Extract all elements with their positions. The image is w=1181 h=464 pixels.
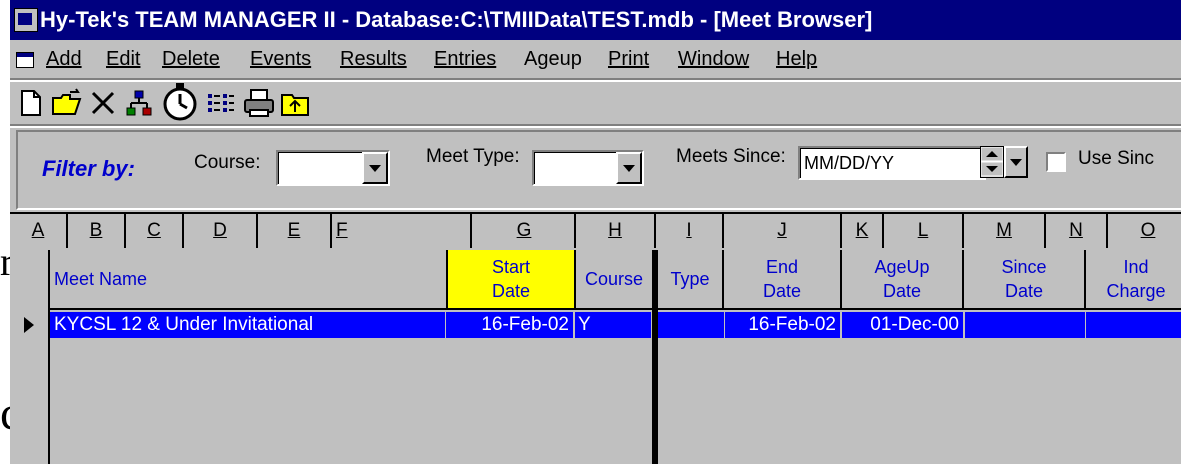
header-meet-name-label: Meet Name bbox=[54, 269, 148, 289]
header-ind-line2: Charge bbox=[1106, 281, 1166, 301]
chevron-down-icon[interactable] bbox=[1004, 146, 1028, 178]
column-letter-d[interactable]: D bbox=[184, 214, 258, 248]
printer-icon[interactable] bbox=[242, 86, 276, 120]
filter-by-label: Filter by: bbox=[42, 156, 135, 181]
header-start-date-line2: Date bbox=[491, 281, 531, 301]
meets-since-value: MM/DD/YY bbox=[804, 153, 894, 173]
column-letter-b[interactable]: B bbox=[68, 214, 126, 248]
meets-since-date-field[interactable]: MM/DD/YY bbox=[798, 146, 986, 180]
course-select[interactable] bbox=[276, 150, 390, 186]
header-ageup-line2: Date bbox=[882, 281, 921, 301]
column-letter-f[interactable]: F bbox=[332, 214, 472, 248]
menu-entries[interactable]: Entries bbox=[434, 40, 496, 78]
column-letter-k[interactable]: K bbox=[842, 214, 884, 248]
header-since-line1: Since bbox=[1001, 257, 1047, 277]
open-folder-icon[interactable] bbox=[50, 86, 84, 120]
chevron-down-icon[interactable] bbox=[362, 152, 388, 184]
column-letter-h[interactable]: H bbox=[576, 214, 656, 248]
header-type-label: Type bbox=[670, 269, 710, 289]
stopwatch-icon[interactable] bbox=[160, 82, 200, 122]
cell-since-date[interactable] bbox=[965, 312, 1086, 338]
menu-events[interactable]: Events bbox=[250, 40, 311, 78]
row-indicator[interactable] bbox=[10, 312, 48, 338]
header-ind-charge[interactable]: Ind Charge bbox=[1086, 250, 1181, 310]
export-icon[interactable] bbox=[278, 86, 312, 120]
header-start-date-label: Start Date bbox=[492, 255, 530, 303]
column-letter-i[interactable]: I bbox=[656, 214, 724, 248]
header-end-date-line2: Date bbox=[762, 281, 802, 301]
header-ageup-line1: AgeUp bbox=[874, 257, 930, 277]
header-course[interactable]: Course bbox=[576, 250, 654, 310]
menu-results[interactable]: Results bbox=[340, 40, 407, 78]
list-icon[interactable] bbox=[204, 86, 238, 120]
menu-bar: Add Edit Delete Events Results Entries A… bbox=[10, 40, 1181, 78]
cell-start-date[interactable]: 16-Feb-02 bbox=[446, 312, 574, 338]
cell-ind-charge[interactable] bbox=[1086, 312, 1181, 338]
menu-help[interactable]: Help bbox=[776, 40, 817, 78]
menu-window[interactable]: Window bbox=[678, 40, 749, 78]
date-spinner[interactable] bbox=[980, 146, 1004, 178]
app-window: Hy-Tek's TEAM MANAGER II - Database:C:\T… bbox=[10, 0, 1181, 464]
column-letter-o[interactable]: O bbox=[1108, 214, 1181, 248]
use-since-label: Use Sinc bbox=[1078, 148, 1155, 169]
header-type[interactable]: Type bbox=[658, 250, 724, 310]
menu-edit[interactable]: Edit bbox=[106, 40, 140, 78]
header-since-line2: Date bbox=[1004, 281, 1044, 301]
chevron-down-icon[interactable] bbox=[616, 152, 642, 184]
toolbar bbox=[10, 82, 1181, 122]
menu-ageup[interactable]: Ageup bbox=[524, 40, 582, 78]
relay-tree-icon[interactable] bbox=[122, 86, 156, 120]
app-icon[interactable] bbox=[14, 8, 38, 32]
toolbar-separator bbox=[10, 124, 1181, 128]
cell-course[interactable]: Y bbox=[575, 312, 652, 338]
menu-add[interactable]: Add bbox=[46, 40, 82, 78]
column-letter-m[interactable]: M bbox=[964, 214, 1046, 248]
course-label: Course: bbox=[194, 152, 261, 173]
use-since-checkbox[interactable] bbox=[1046, 152, 1066, 172]
column-letter-l[interactable]: L bbox=[884, 214, 964, 248]
header-end-date[interactable]: End Date bbox=[724, 250, 842, 310]
cell-meet-name[interactable]: KYCSL 12 & Under Invitational bbox=[50, 312, 446, 338]
new-icon[interactable] bbox=[14, 86, 48, 120]
header-course-label: Course bbox=[584, 269, 644, 289]
header-ageup-date[interactable]: AgeUp Date bbox=[842, 250, 964, 310]
header-start-date[interactable]: Start Date bbox=[448, 250, 576, 310]
column-letter-g[interactable]: G bbox=[474, 214, 576, 248]
delete-x-icon[interactable] bbox=[86, 86, 120, 120]
header-end-date-label: End Date bbox=[763, 255, 801, 303]
window-title: Hy-Tek's TEAM MANAGER II - Database:C:\T… bbox=[40, 7, 873, 32]
menu-print[interactable]: Print bbox=[608, 40, 649, 78]
cell-ageup-date[interactable]: 01-Dec-00 bbox=[842, 312, 964, 338]
menu-delete[interactable]: Delete bbox=[162, 40, 220, 78]
meets-since-label: Meets Since: bbox=[676, 146, 786, 167]
document-control-icon[interactable] bbox=[16, 52, 34, 68]
meet-grid: Meet Name Start Date Course Type End Date … bbox=[10, 250, 1181, 464]
header-since-date[interactable]: Since Date bbox=[964, 250, 1086, 310]
meet-type-select[interactable] bbox=[532, 150, 644, 186]
column-letter-c[interactable]: C bbox=[126, 214, 184, 248]
cell-end-date[interactable]: 16-Feb-02 bbox=[725, 312, 841, 338]
header-ind-line1: Ind bbox=[1123, 257, 1149, 277]
column-letter-e[interactable]: E bbox=[258, 214, 332, 248]
header-start-date-line1: Start bbox=[491, 257, 530, 277]
header-end-date-line1: End bbox=[765, 257, 799, 277]
meet-type-label: Meet Type: bbox=[426, 146, 520, 167]
row-selector-column bbox=[10, 250, 50, 464]
column-letter-n[interactable]: N bbox=[1046, 214, 1108, 248]
column-letter-a[interactable]: A bbox=[10, 214, 68, 248]
cell-type[interactable] bbox=[658, 312, 725, 338]
header-meet-name[interactable]: Meet Name bbox=[50, 250, 448, 310]
column-letter-row: A B C D E F G H I J K L M N O bbox=[10, 212, 1181, 250]
filter-bar: Filter by: Course: Meet Type: Meets Sinc… bbox=[16, 130, 1181, 210]
header-since-date-label: Since Date bbox=[1001, 255, 1046, 303]
column-letter-j[interactable]: J bbox=[724, 214, 842, 248]
header-ageup-date-label: AgeUp Date bbox=[874, 255, 929, 303]
header-ind-charge-label: Ind Charge bbox=[1106, 255, 1165, 303]
title-bar[interactable]: Hy-Tek's TEAM MANAGER II - Database:C:\T… bbox=[10, 0, 1181, 40]
